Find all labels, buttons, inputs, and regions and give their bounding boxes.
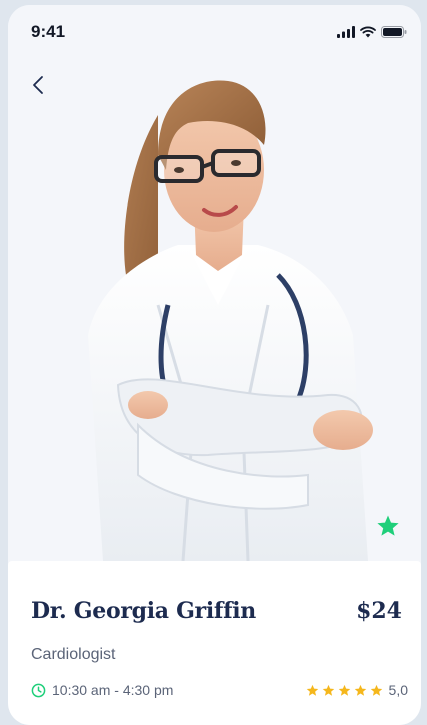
chevron-left-icon bbox=[33, 76, 43, 94]
star-icon bbox=[370, 684, 383, 697]
status-bar: 9:41 bbox=[8, 5, 421, 57]
star-icon bbox=[322, 684, 335, 697]
star-icon bbox=[338, 684, 351, 697]
star-icon bbox=[306, 684, 319, 697]
wifi-icon bbox=[360, 25, 376, 43]
doctor-name: Dr. Georgia Griffin bbox=[31, 598, 256, 624]
star-filled-icon bbox=[377, 515, 399, 536]
favorite-button[interactable] bbox=[372, 510, 404, 542]
doctor-portrait-image bbox=[88, 80, 373, 562]
working-hours: 10:30 am - 4:30 pm bbox=[31, 682, 173, 698]
star-icon bbox=[354, 684, 367, 697]
status-icons bbox=[337, 25, 407, 43]
battery-icon bbox=[381, 25, 407, 43]
doctor-specialty: Cardiologist bbox=[31, 646, 116, 663]
doctor-info-card: Dr. Georgia Griffin $24 Cardiologist 10:… bbox=[8, 561, 421, 725]
status-time: 9:41 bbox=[31, 22, 66, 41]
clock-icon bbox=[31, 683, 46, 697]
doctor-rating: 5,0 bbox=[306, 682, 408, 698]
rating-value: 5,0 bbox=[388, 682, 408, 698]
phone-screen: 9:41 Dr. Georgia Griffin $24 Cardiologis… bbox=[8, 5, 421, 725]
consultation-price: $24 bbox=[356, 598, 402, 624]
signal-icon bbox=[337, 25, 355, 43]
back-button[interactable] bbox=[24, 71, 52, 99]
working-hours-text: 10:30 am - 4:30 pm bbox=[52, 682, 174, 698]
doctor-photo bbox=[8, 5, 421, 562]
